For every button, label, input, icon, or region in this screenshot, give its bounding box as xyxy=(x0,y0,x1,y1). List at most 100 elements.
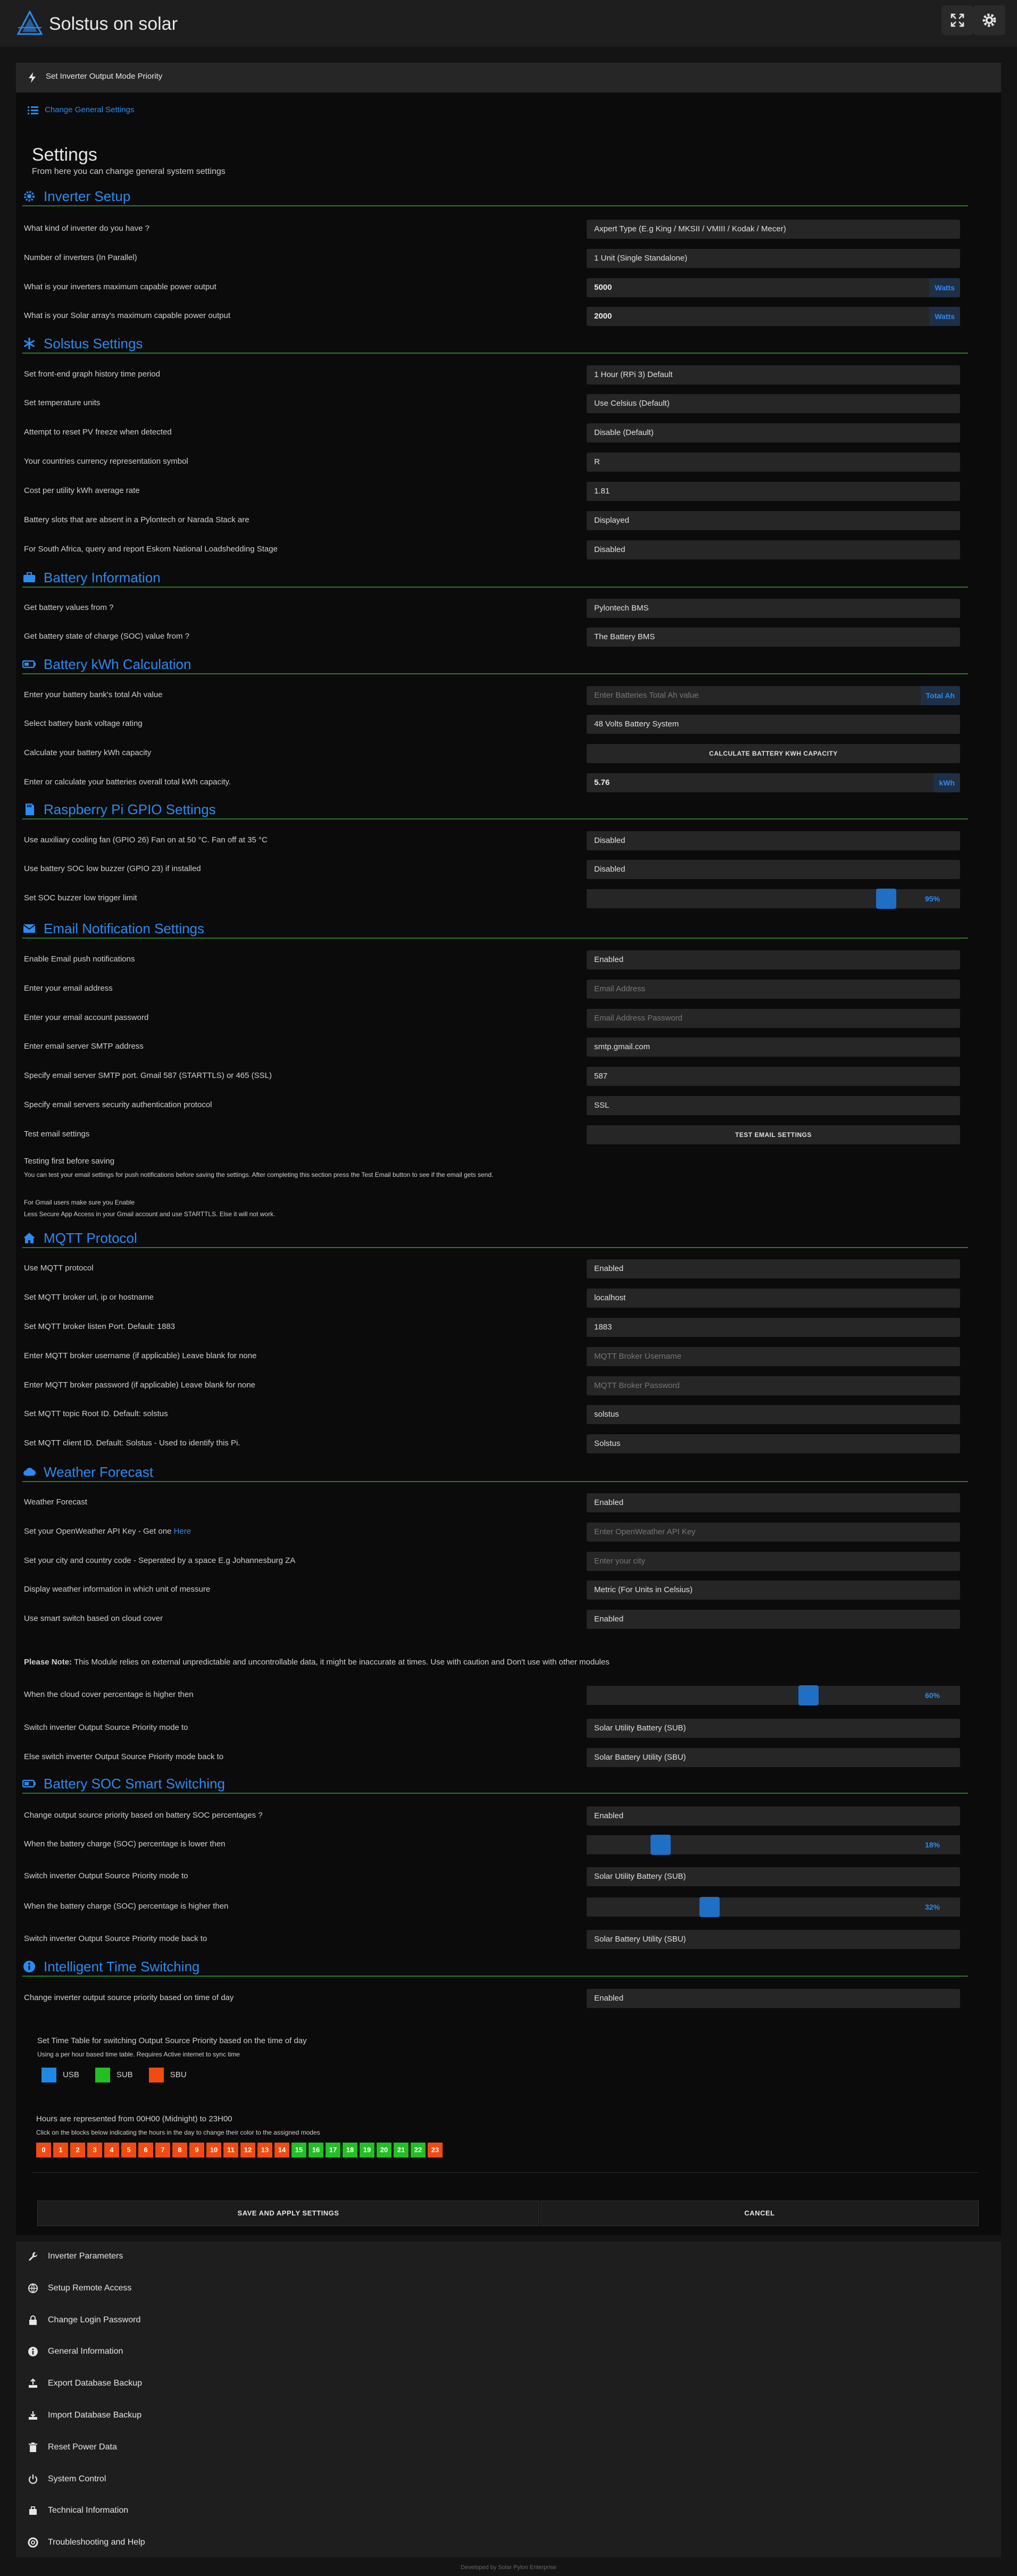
row-currency: Your countries currency representation s… xyxy=(24,453,976,472)
menu-item-import-database-backup[interactable]: Import Database Backup xyxy=(28,2405,141,2426)
hour-block-13[interactable]: 13 xyxy=(257,2143,272,2157)
hour-block-15[interactable]: 15 xyxy=(291,2143,306,2157)
hour-block-8[interactable]: 8 xyxy=(172,2143,187,2157)
menu-item-inverter-parameters[interactable]: Inverter Parameters xyxy=(28,2246,123,2267)
soc-change-select[interactable]: Enabled xyxy=(587,1806,960,1826)
battery-voltage-select[interactable]: 48 Volts Battery System xyxy=(587,715,960,734)
menu-item-export-database-backup[interactable]: Export Database Backup xyxy=(28,2373,142,2394)
cooling-fan-select[interactable]: Disabled xyxy=(587,831,960,850)
menu-item-troubleshooting-and-help[interactable]: Troubleshooting and Help xyxy=(28,2532,145,2553)
soc-higher-slider[interactable]: 32% xyxy=(587,1897,960,1917)
total-kwh-input[interactable]: 5.76 kWh xyxy=(587,773,960,792)
weather-city-input[interactable]: Enter your city xyxy=(587,1552,960,1571)
temp-units-select[interactable]: Use Celsius (Default) xyxy=(587,394,960,413)
slider-handle[interactable] xyxy=(699,1897,720,1917)
solar-power-input[interactable]: 2000 Watts xyxy=(587,307,960,326)
hour-block-18[interactable]: 18 xyxy=(343,2143,357,2157)
hour-block-17[interactable]: 17 xyxy=(326,2143,340,2157)
soc-switch-select[interactable]: Solar Utility Battery (SUB) xyxy=(587,1867,960,1886)
field-label: Specify email server SMTP port. Gmail 58… xyxy=(24,1071,272,1080)
mqtt-client-input[interactable]: Solstus xyxy=(587,1434,960,1453)
graph-history-select[interactable]: 1 Hour (RPi 3) Default xyxy=(587,365,960,384)
mqtt-use-select[interactable]: Enabled xyxy=(587,1259,960,1278)
email-push-select[interactable]: Enabled xyxy=(587,950,960,969)
weather-forecast-select[interactable]: Enabled xyxy=(587,1493,960,1512)
slider-handle[interactable] xyxy=(651,1835,671,1855)
hours-title: Hours are represented from 00H00 (Midnig… xyxy=(36,2114,232,2123)
menu-item-setup-remote-access[interactable]: Setup Remote Access xyxy=(28,2278,131,2299)
soc-lower-slider[interactable]: 18% xyxy=(587,1835,960,1855)
slider-handle[interactable] xyxy=(798,1685,819,1705)
hour-block-1[interactable]: 1 xyxy=(53,2143,68,2157)
smtp-port-input[interactable]: 587 xyxy=(587,1067,960,1086)
hour-block-19[interactable]: 19 xyxy=(360,2143,374,2157)
menu-item-general-information[interactable]: General Information xyxy=(28,2341,123,2362)
email-address-input[interactable]: Email Address xyxy=(587,980,960,999)
hour-block-10[interactable]: 10 xyxy=(206,2143,221,2157)
pv-freeze-select[interactable]: Disable (Default) xyxy=(587,423,960,442)
section-mqtt: MQTT Protocol xyxy=(22,1230,968,1248)
smtp-address-input[interactable]: smtp.gmail.com xyxy=(587,1038,960,1057)
settings-button[interactable] xyxy=(973,5,1005,35)
hour-block-23[interactable]: 23 xyxy=(428,2143,443,2157)
save-apply-button[interactable]: SAVE AND APPLY SETTINGS xyxy=(37,2201,539,2226)
smart-switch-select[interactable]: Enabled xyxy=(587,1610,960,1629)
field-label: Test email settings xyxy=(24,1130,90,1139)
hour-block-0[interactable]: 0 xyxy=(36,2143,51,2157)
hour-block-6[interactable]: 6 xyxy=(138,2143,153,2157)
api-here-link[interactable]: Here xyxy=(174,1527,191,1536)
output-priority-bar[interactable]: Set Inverter Output Mode Priority xyxy=(16,63,1001,93)
battery-values-select[interactable]: Pylontech BMS xyxy=(587,599,960,618)
time-change-select[interactable]: Enabled xyxy=(587,1989,960,2008)
inverter-power-input[interactable]: 5000 Watts xyxy=(587,278,960,297)
buzzer-limit-slider[interactable]: 95% xyxy=(587,889,960,909)
weather-api-input[interactable]: Enter OpenWeather API Key xyxy=(587,1523,960,1542)
slider-handle[interactable] xyxy=(876,889,896,909)
menu-item-reset-power-data[interactable]: Reset Power Data xyxy=(28,2437,117,2458)
battery-slots-select[interactable]: Displayed xyxy=(587,511,960,530)
email-password-input[interactable]: Email Address Password xyxy=(587,1009,960,1028)
test-email-button[interactable]: TEST EMAIL SETTINGS xyxy=(587,1125,960,1144)
smtp-protocol-select[interactable]: SSL xyxy=(587,1096,960,1115)
hour-block-4[interactable]: 4 xyxy=(104,2143,119,2157)
weather-else-select[interactable]: Solar Battery Utility (SBU) xyxy=(587,1748,960,1767)
change-general-settings-link[interactable]: Change General Settings xyxy=(28,105,134,114)
inverter-count-select[interactable]: 1 Unit (Single Standalone) xyxy=(587,249,960,268)
hour-block-7[interactable]: 7 xyxy=(155,2143,170,2157)
soc-back-select[interactable]: Solar Battery Utility (SBU) xyxy=(587,1930,960,1949)
hour-block-21[interactable]: 21 xyxy=(394,2143,409,2157)
inverter-type-select[interactable]: Axpert Type (E.g King / MKSII / VMIII / … xyxy=(587,220,960,239)
soc-buzzer-select[interactable]: Disabled xyxy=(587,860,960,879)
mqtt-password-input[interactable]: MQTT Broker Password xyxy=(587,1376,960,1395)
battery-soc-select[interactable]: The Battery BMS xyxy=(587,628,960,647)
hour-block-20[interactable]: 20 xyxy=(377,2143,391,2157)
currency-input[interactable]: R xyxy=(587,453,960,472)
battery-ah-input[interactable]: Enter Batteries Total Ah value Total Ah xyxy=(587,686,960,705)
menu-item-change-login-password[interactable]: Change Login Password xyxy=(28,2310,140,2331)
field-label: Weather Forecast xyxy=(24,1498,87,1507)
weather-unit-select[interactable]: Metric (For Units in Celsius) xyxy=(587,1580,960,1600)
hour-block-14[interactable]: 14 xyxy=(274,2143,289,2157)
hour-block-9[interactable]: 9 xyxy=(189,2143,204,2157)
hour-block-11[interactable]: 11 xyxy=(223,2143,238,2157)
menu-item-system-control[interactable]: System Control xyxy=(28,2469,106,2490)
cloud-cover-slider[interactable]: 60% xyxy=(587,1685,960,1705)
hour-block-2[interactable]: 2 xyxy=(70,2143,85,2157)
hour-block-16[interactable]: 16 xyxy=(309,2143,323,2157)
hour-block-12[interactable]: 12 xyxy=(240,2143,255,2157)
weather-switch-select[interactable]: Solar Utility Battery (SUB) xyxy=(587,1719,960,1738)
section-title: Battery kWh Calculation xyxy=(44,656,191,672)
mqtt-port-input[interactable]: 1883 xyxy=(587,1318,960,1337)
mqtt-topic-input[interactable]: solstus xyxy=(587,1405,960,1424)
menu-item-technical-information[interactable]: Technical Information xyxy=(28,2500,128,2521)
hour-block-5[interactable]: 5 xyxy=(121,2143,136,2157)
mqtt-broker-input[interactable]: localhost xyxy=(587,1289,960,1308)
cost-input[interactable]: 1.81 xyxy=(587,482,960,501)
eskom-select[interactable]: Disabled xyxy=(587,540,960,559)
cancel-button[interactable]: CANCEL xyxy=(540,2201,979,2226)
fullscreen-button[interactable] xyxy=(941,5,973,35)
calculate-kwh-button[interactable]: CALCULATE BATTERY KWH CAPACITY xyxy=(587,744,960,763)
mqtt-username-input[interactable]: MQTT Broker Username xyxy=(587,1347,960,1366)
hour-block-3[interactable]: 3 xyxy=(87,2143,102,2157)
hour-block-22[interactable]: 22 xyxy=(411,2143,426,2157)
